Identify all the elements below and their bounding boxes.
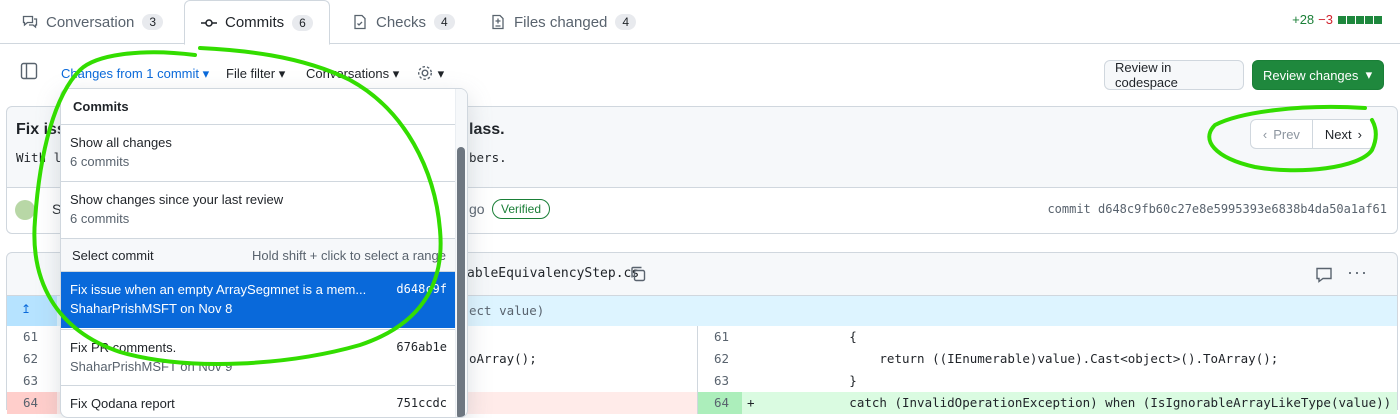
right-line-number[interactable]: 63 — [698, 370, 742, 392]
commit-item[interactable]: Fix Qodana report 751ccdc — [61, 385, 456, 417]
conversations-dropdown[interactable]: Conversations ▾ — [306, 66, 399, 82]
file-diff-icon — [492, 14, 504, 30]
review-codespace-label: Review in codespace — [1115, 60, 1178, 90]
commit-item[interactable]: Fix PR comments. 676ab1e ShaharPrishMSFT o… — [61, 329, 456, 385]
tab-count: 6 — [292, 14, 313, 31]
commit-item-title: Fix issue when an empty ArraySegmnet is … — [70, 282, 367, 297]
left-line-number[interactable]: 64 — [7, 392, 57, 414]
review-in-codespace-button[interactable]: Review in codespace — [1104, 60, 1244, 90]
settings-dropdown[interactable]: ▾ — [416, 64, 444, 86]
avatar — [15, 200, 35, 220]
copy-icon[interactable] — [629, 265, 647, 283]
kebab-menu-icon[interactable]: ··· — [1347, 262, 1368, 283]
commit-item-sha: 751ccdc — [396, 396, 447, 410]
changes-link: 1 commit — [146, 66, 199, 81]
tab-conversation[interactable]: Conversation 3 — [6, 0, 179, 44]
left-line-number[interactable]: 63 — [7, 370, 57, 392]
commit-body-end: bers. — [469, 150, 507, 165]
tab-files-changed[interactable]: Files changed 4 — [474, 0, 652, 44]
tab-count: 4 — [615, 14, 637, 30]
comment-icon[interactable] — [1315, 266, 1333, 284]
commit-nav: ‹ Prev Next › — [1249, 119, 1375, 149]
commit-sha: commit d648c9fb60c27e8e5995393e6838b4da5… — [1047, 202, 1387, 216]
additions-count: +28 — [1292, 12, 1315, 27]
next-button[interactable]: Next › — [1313, 120, 1374, 148]
commit-title-start: Fix iss — [16, 121, 66, 138]
checklist-icon — [354, 14, 366, 30]
show-all-title: Show all changes — [70, 135, 172, 150]
right-line-number[interactable]: 64 — [698, 392, 742, 414]
commit-item[interactable]: Fix issue when an empty ArraySegmnet is … — [61, 272, 456, 328]
commits-dropdown: Commits Show all changes 6 commits Show … — [60, 88, 468, 418]
tab-label: Conversation — [46, 13, 135, 31]
show-all-sub: 6 commits — [70, 154, 130, 169]
dropdown-scrollbar[interactable] — [457, 147, 465, 417]
commit-title-end: lass. — [469, 121, 505, 138]
commit-item-title: Fix PR comments. — [70, 340, 177, 355]
file-filter-label: File filter — [226, 66, 276, 81]
left-line-number[interactable]: 61 — [7, 326, 57, 348]
right-code: } — [759, 373, 857, 388]
caret-down-icon: ▾ — [202, 66, 210, 81]
chevron-right-icon: › — [1357, 126, 1362, 142]
review-changes-label: Review changes — [1263, 67, 1359, 83]
changes-prefix: Changes from — [61, 66, 147, 81]
show-all-changes-item[interactable]: Show all changes 6 commits — [61, 125, 456, 181]
commit-item-sha: 676ab1e — [396, 340, 447, 354]
diff-marker: + — [747, 395, 755, 410]
caret-down-icon: ▾ — [437, 66, 445, 81]
caret-down-icon: ▾ — [278, 66, 286, 81]
comment-discussion-icon — [22, 15, 38, 29]
commit-item-sub: ShaharPrishMSFT on Nov 9 — [70, 359, 233, 374]
right-code: { — [759, 329, 857, 344]
tab-count: 3 — [142, 14, 164, 30]
caret-down-icon: ▾ — [1365, 67, 1373, 82]
chevron-left-icon: ‹ — [1262, 126, 1268, 142]
dropdown-header: Commits — [73, 99, 129, 114]
select-commit-header: Select commit Hold shift + click to sele… — [61, 238, 456, 272]
changes-from-dropdown[interactable]: Changes from 1 commit ▾ — [61, 66, 209, 82]
commit-item-sub: ShaharPrishMSFT on Nov 8 — [70, 301, 233, 316]
commit-body-start: With l — [16, 150, 62, 165]
prev-button[interactable]: ‹ Prev — [1251, 120, 1313, 148]
caret-down-icon: ▾ — [392, 66, 400, 81]
right-line-number[interactable]: 62 — [698, 348, 742, 370]
left-line-number[interactable]: 62 — [7, 348, 57, 370]
sidebar-toggle-icon[interactable] — [20, 62, 38, 80]
diffstat-bar — [1337, 15, 1382, 24]
verified-badge[interactable]: Verified — [492, 199, 551, 219]
file-filter-dropdown[interactable]: File filter ▾ — [226, 66, 285, 82]
git-commit-icon — [201, 18, 217, 27]
diffstat: +28 −3 — [1292, 12, 1382, 27]
right-line-number[interactable]: 61 — [698, 326, 742, 348]
select-commit-hint: Hold shift + click to select a range — [251, 248, 446, 263]
tab-label: Commits — [225, 14, 285, 31]
since-review-title: Show changes since your last review — [70, 192, 284, 207]
commit-time-tail: go — [469, 201, 485, 217]
since-review-sub: 6 commits — [70, 211, 130, 226]
review-changes-button[interactable]: Review changes ▾ — [1252, 60, 1384, 90]
file-name[interactable]: ableEquivalencyStep.cs — [467, 266, 639, 281]
tab-count: 4 — [434, 14, 455, 30]
deletions-count: −3 — [1318, 12, 1333, 27]
select-commit-label: Select commit — [72, 248, 154, 263]
commit-item-sha: d648c9f — [396, 282, 447, 296]
tab-label: Files changed — [514, 13, 608, 31]
tab-commits[interactable]: Commits 6 — [184, 0, 330, 45]
tab-label: Checks — [376, 13, 427, 31]
tab-checks[interactable]: Checks 4 — [336, 0, 471, 44]
right-code: catch (InvalidOperationException) when (… — [759, 395, 1392, 410]
gear-icon — [417, 65, 433, 81]
prev-label: Prev — [1273, 126, 1300, 142]
hunk-header-text: ect value) — [469, 303, 545, 318]
since-review-item[interactable]: Show changes since your last review 6 co… — [61, 182, 456, 238]
next-label: Next — [1324, 126, 1352, 142]
commit-item-title: Fix Qodana report — [70, 396, 175, 411]
pr-tabs: Conversation 3 Commits 6 Checks 4 Files … — [0, 0, 1400, 45]
left-code: oArray(); — [469, 351, 537, 366]
expand-up-icon[interactable]: ↥ — [7, 296, 57, 326]
conversations-label: Conversations — [306, 66, 390, 81]
right-code: return ((IEnumerable)value).Cast<object>… — [759, 351, 1279, 366]
